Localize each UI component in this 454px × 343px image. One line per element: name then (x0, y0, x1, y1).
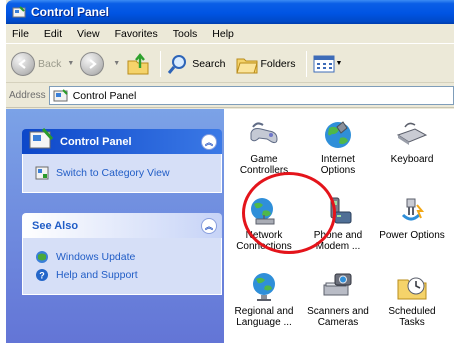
control-panel-box-title: Control Panel (60, 135, 132, 148)
back-button[interactable]: Back (11, 49, 61, 79)
keyboard-item[interactable]: Keyboard (376, 119, 448, 165)
regional-language-label1: Regional and (234, 306, 294, 317)
window-title: Control Panel (31, 5, 110, 19)
see-also-box-title: See Also (32, 219, 79, 232)
folders-label: Folders (260, 57, 296, 70)
address-input[interactable]: Control Panel (48, 86, 454, 105)
scanners-cameras-label2: Cameras (317, 317, 359, 328)
internet-options-label2: Options (320, 165, 356, 176)
scheduled-tasks-icon (397, 277, 427, 300)
collapse-chevron-icon[interactable]: ︽ (201, 134, 217, 150)
game-controllers-item[interactable]: Game Controllers (228, 119, 300, 176)
power-options-label1: Power Options (379, 230, 445, 241)
folders-icon (235, 58, 258, 73)
menu-edit[interactable]: Edit (44, 28, 62, 40)
svg-text:?: ? (39, 271, 45, 281)
back-dropdown-icon[interactable]: ▼ (67, 60, 74, 67)
up-folder-button[interactable] (126, 49, 150, 79)
up-folder-icon (127, 52, 149, 74)
help-and-support-label: Help and Support (56, 269, 138, 281)
toolbar-separator-2 (305, 50, 307, 77)
search-icon (168, 54, 187, 74)
views-dropdown-icon: ▼ (335, 60, 343, 67)
see-also-box-body: Windows Update ? Help and Support (22, 238, 222, 295)
toolbar-separator (160, 50, 162, 77)
internet-options-item[interactable]: Internet Options (302, 119, 374, 176)
power-options-item[interactable]: Power Options (376, 195, 448, 241)
switch-to-category-view-link[interactable]: Switch to Category View (35, 164, 221, 182)
see-also-task-box: See Also ︽ Windows Update ? Help and Sup… (22, 213, 222, 295)
toolbar: Back ▼ ▼ Search Folders ▼ (6, 45, 454, 83)
menu-help[interactable]: Help (212, 28, 234, 40)
control-panel-task-box: Control Panel ︽ Switch to Category View (22, 127, 222, 193)
control-panel-large-icon (29, 127, 54, 148)
forward-arrow-icon (80, 51, 105, 76)
back-label: Back (38, 57, 62, 70)
search-button[interactable]: Search (167, 49, 226, 79)
back-arrow-icon (11, 51, 35, 76)
menu-view[interactable]: View (77, 28, 100, 40)
address-value: Control Panel (72, 89, 137, 102)
windows-update-icon (36, 251, 48, 263)
menu-file[interactable]: File (12, 28, 29, 40)
control-panel-window: Control Panel File Edit View Favorites T… (6, 0, 454, 343)
regional-language-item[interactable]: Regional and Language ... (228, 271, 300, 328)
control-panel-box-body: Switch to Category View (22, 154, 222, 193)
scanners-cameras-item[interactable]: Scanners and Cameras (302, 271, 374, 328)
menu-favorites[interactable]: Favorites (115, 28, 158, 40)
keyboard-icon (396, 122, 428, 145)
views-button[interactable]: ▼ (313, 49, 349, 79)
internet-options-icon (325, 121, 351, 148)
scanner-camera-icon (323, 273, 352, 296)
game-controller-icon (250, 122, 278, 144)
title-bar[interactable]: Control Panel (6, 0, 454, 24)
help-support-icon: ? (36, 269, 48, 281)
windows-update-label: Windows Update (56, 251, 136, 263)
see-also-box-header[interactable]: See Also ︽ (22, 213, 222, 238)
regional-language-label2: Language ... (236, 317, 292, 328)
menu-bar: File Edit View Favorites Tools Help (6, 24, 454, 44)
collapse-chevron-icon[interactable]: ︽ (201, 218, 217, 234)
scheduled-tasks-label2: Tasks (399, 317, 425, 328)
scheduled-tasks-item[interactable]: Scheduled Tasks (376, 271, 448, 328)
network-connections-highlight-circle (242, 172, 336, 254)
folders-button[interactable]: Folders (235, 49, 296, 79)
address-bar: Address Control Panel (6, 84, 454, 108)
keyboard-label1: Keyboard (390, 154, 434, 165)
scheduled-tasks-label1: Scheduled (388, 306, 436, 317)
views-icon (313, 55, 335, 72)
power-options-icon (401, 198, 425, 221)
category-view-icon (35, 166, 49, 180)
switch-to-category-view-label: Switch to Category View (56, 167, 170, 179)
windows-update-link[interactable]: Windows Update (35, 248, 221, 266)
forward-button[interactable] (80, 49, 107, 79)
help-and-support-link[interactable]: ? Help and Support (35, 266, 221, 284)
control-panel-box-header[interactable]: Control Panel ︽ (22, 127, 222, 154)
scanners-cameras-label1: Scanners and (307, 306, 369, 317)
control-panel-icon (12, 6, 26, 18)
task-pane: Control Panel ︽ Switch to Category View … (6, 109, 224, 343)
address-label: Address (9, 90, 46, 101)
menu-tools[interactable]: Tools (173, 28, 198, 40)
search-label: Search (192, 57, 226, 70)
internet-options-label1: Internet (321, 154, 355, 165)
forward-dropdown-icon[interactable]: ▼ (113, 60, 120, 67)
regional-language-icon (253, 273, 275, 301)
game-controllers-label1: Game (250, 154, 278, 165)
control-panel-small-icon (53, 88, 68, 101)
